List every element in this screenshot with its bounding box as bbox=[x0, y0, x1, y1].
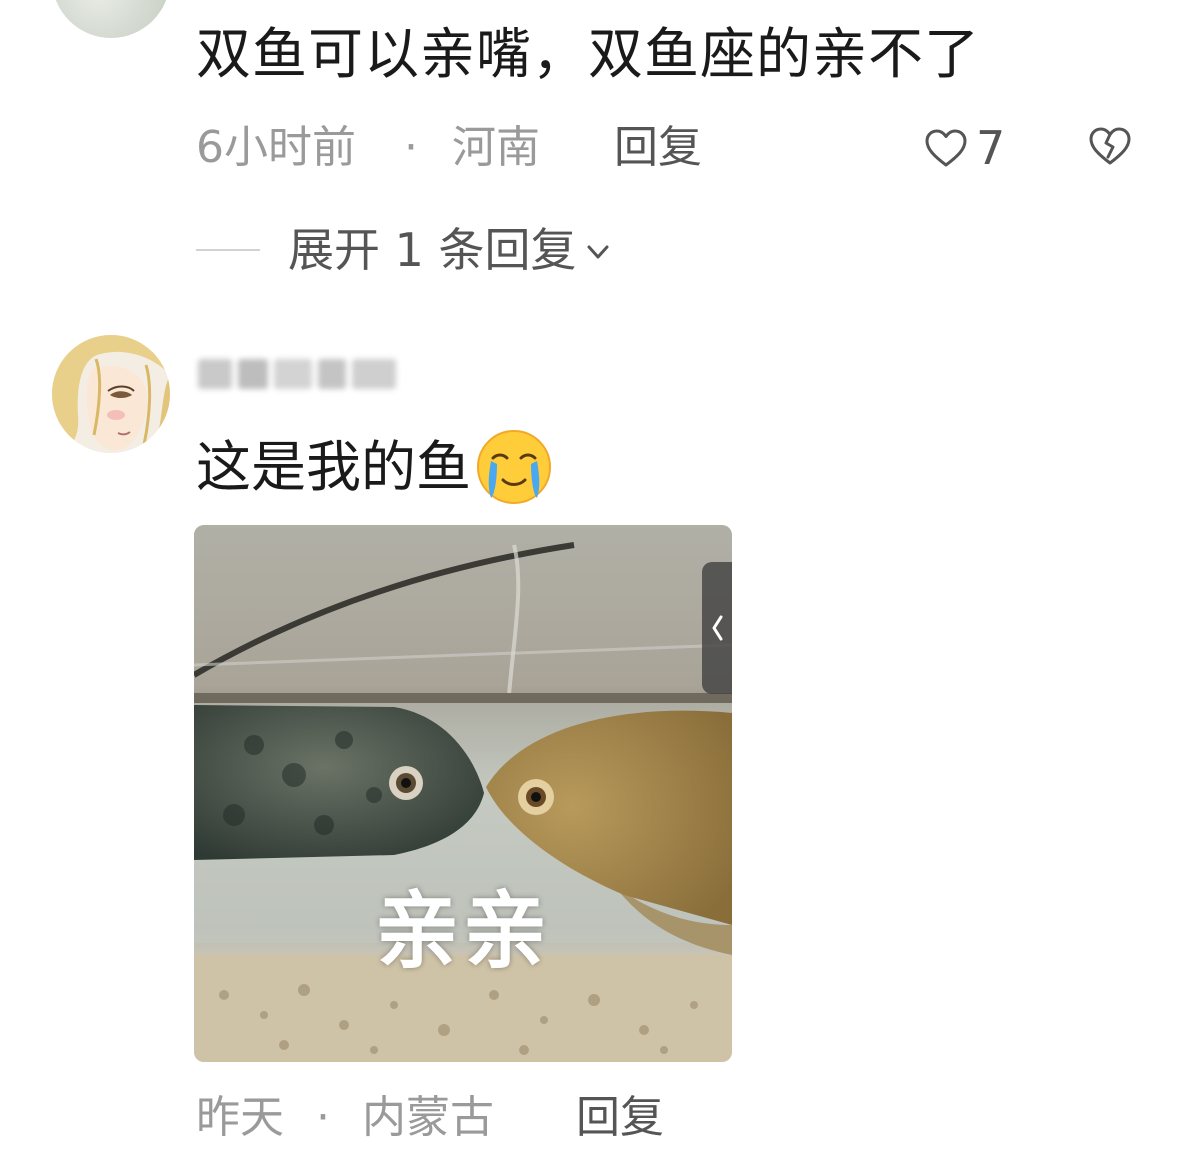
expand-replies-button[interactable]: 展开 1 条回复 bbox=[196, 220, 613, 280]
comment-text: 这是我的鱼 bbox=[196, 428, 553, 506]
reply-button[interactable]: 回复 bbox=[614, 120, 702, 176]
meta-separator: · bbox=[316, 1092, 330, 1143]
comment-image[interactable]: 亲亲 bbox=[194, 525, 732, 1062]
reply-button[interactable]: 回复 bbox=[576, 1090, 664, 1146]
image-caption: 亲亲 bbox=[374, 882, 551, 980]
like-button[interactable]: 7 bbox=[924, 118, 1005, 178]
comment-time: 昨天 bbox=[196, 1092, 284, 1143]
chevron-down-icon bbox=[587, 245, 609, 259]
crying-face-emoji bbox=[477, 430, 552, 504]
comment-text-content: 这是我的鱼 bbox=[196, 435, 472, 499]
chevron-left-icon bbox=[712, 615, 723, 641]
comment-location: 内蒙古 bbox=[362, 1092, 494, 1143]
comment-time: 6小时前 bbox=[196, 122, 356, 173]
side-panel-toggle[interactable] bbox=[702, 562, 732, 694]
expand-replies-label: 展开 1 条回复 bbox=[288, 223, 577, 277]
like-count: 7 bbox=[976, 121, 1006, 175]
comment-location: 河南 bbox=[452, 122, 540, 173]
commenter-avatar[interactable] bbox=[52, 0, 170, 38]
broken-heart-icon[interactable] bbox=[1088, 126, 1132, 166]
heart-outline-icon bbox=[925, 129, 967, 167]
meta-separator: · bbox=[404, 122, 418, 173]
username-redacted bbox=[198, 352, 418, 396]
divider-line bbox=[196, 249, 260, 251]
commenter-avatar[interactable] bbox=[52, 335, 170, 453]
comment-text: 双鱼可以亲嘴，双鱼座的亲不了 bbox=[196, 22, 981, 86]
